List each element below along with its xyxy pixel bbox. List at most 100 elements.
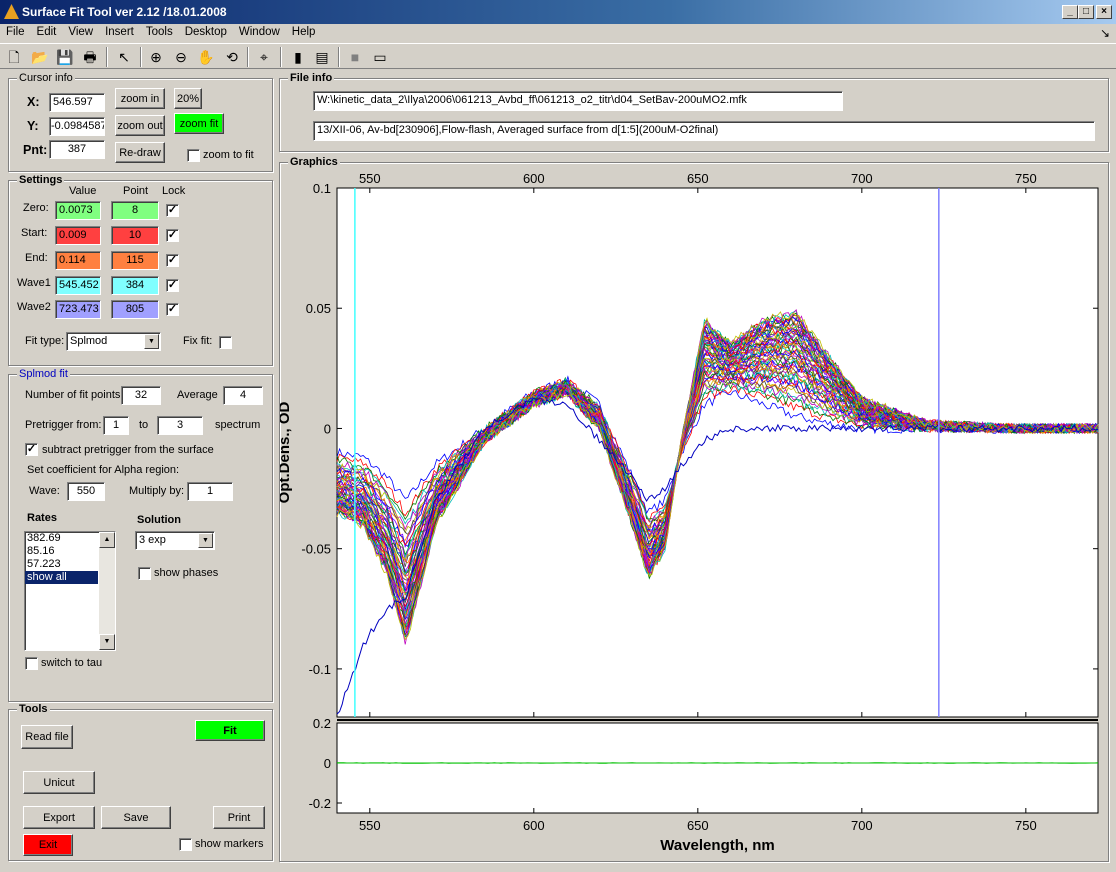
zero-point-field[interactable]: 8 <box>111 201 159 220</box>
menu-insert[interactable]: Insert <box>99 24 140 38</box>
average-field[interactable]: 4 <box>223 386 263 405</box>
title-bar: Surface Fit Tool ver 2.12 /18.01.2008 _ … <box>0 0 1116 24</box>
menu-view[interactable]: View <box>62 24 99 38</box>
pretrigger-label: Pretrigger from: <box>25 419 102 431</box>
unicut-button[interactable]: Unicut <box>23 771 95 794</box>
wave1-lock-checkbox[interactable]: ✓ <box>166 279 179 292</box>
fix-fit-checkbox[interactable] <box>219 336 232 349</box>
scroll-down-icon[interactable]: ▼ <box>99 634 115 650</box>
y-tick-label: -0.1 <box>309 662 331 677</box>
menu-desktop[interactable]: Desktop <box>179 24 233 38</box>
colorbar-icon[interactable]: ▮ <box>288 47 308 67</box>
spectra-chart[interactable]: 550 550 600 600 650 650 700 700 750 750 0.1 0.05 0 -0… <box>280 168 1108 860</box>
zero-lock-checkbox[interactable]: ✓ <box>166 204 179 217</box>
save-button[interactable]: Save <box>101 806 171 829</box>
zoom-20pct-button[interactable]: 20% <box>174 88 202 109</box>
list-item[interactable]: 382.69 <box>25 532 98 545</box>
x-tick-label-top: 700 <box>851 171 873 186</box>
subtract-pretrigger-checkbox[interactable]: ✓ <box>25 443 38 456</box>
scroll-up-icon[interactable]: ▲ <box>99 532 115 548</box>
settings-panel: Settings Value Point Lock Zero: 0.0073 8… <box>8 174 273 366</box>
zoom-out-icon[interactable]: ⊖ <box>171 47 191 67</box>
subtract-pretrigger-label: subtract pretrigger from the surface <box>42 444 214 456</box>
pan-hand-icon[interactable]: ✋ <box>196 47 216 67</box>
num-fit-points-field[interactable]: 32 <box>121 386 161 405</box>
menu-window[interactable]: Window <box>233 24 286 38</box>
zoom-to-fit-checkbox[interactable] <box>187 149 200 162</box>
minimize-button[interactable]: _ <box>1062 5 1078 19</box>
pretrigger-to-field[interactable]: 3 <box>157 416 203 435</box>
show-plot-tools-icon[interactable]: ▭ <box>370 47 390 67</box>
cursor-info-panel: Cursor info X: 546.597 Y: -0.0984587 Pnt… <box>8 72 273 172</box>
pretrigger-from-field[interactable]: 1 <box>103 416 129 435</box>
start-value-field[interactable]: 0.009 <box>55 226 101 245</box>
wave2-lock-checkbox[interactable]: ✓ <box>166 303 179 316</box>
fit-button[interactable]: Fit <box>195 720 265 741</box>
dock-arrow-icon[interactable]: ↘ <box>1100 26 1110 40</box>
export-button[interactable]: Export <box>23 806 95 829</box>
zoom-in-icon[interactable]: ⊕ <box>146 47 166 67</box>
menu-help[interactable]: Help <box>286 24 322 38</box>
zero-value-field[interactable]: 0.0073 <box>55 201 101 220</box>
exit-button[interactable]: Exit <box>23 834 73 856</box>
residual-y-tick-label: 0.2 <box>313 716 331 731</box>
start-point-field[interactable]: 10 <box>111 226 159 245</box>
rates-scrollbar[interactable]: ▲ ▼ <box>99 532 115 650</box>
y-value-field[interactable]: -0.0984587 <box>49 117 105 136</box>
menu-tools[interactable]: Tools <box>140 24 179 38</box>
spectrum-label: spectrum <box>215 419 261 431</box>
end-point-field[interactable]: 115 <box>111 251 159 270</box>
maximize-button[interactable]: □ <box>1078 5 1094 19</box>
chevron-down-icon[interactable]: ▼ <box>198 533 213 548</box>
new-file-icon[interactable]: 🗋 <box>4 47 24 67</box>
chevron-down-icon[interactable]: ▼ <box>144 334 159 349</box>
fit-type-select[interactable]: Splmod ▼ <box>66 332 161 351</box>
wave1-value-field[interactable]: 545.452 <box>55 276 101 295</box>
tools-title: Tools <box>17 703 50 715</box>
list-item[interactable]: 85.16 <box>25 545 98 558</box>
zoom-out-button[interactable]: zoom out <box>115 115 165 136</box>
pnt-value-field[interactable]: 387 <box>49 140 105 159</box>
wave2-point-field[interactable]: 805 <box>111 300 159 319</box>
solution-select[interactable]: 3 exp ▼ <box>135 531 215 550</box>
file-description-field[interactable]: 13/XII-06, Av-bd[230906],Flow-flash, Ave… <box>313 121 1095 141</box>
read-file-button[interactable]: Read file <box>21 725 73 749</box>
save-icon[interactable]: 💾 <box>55 47 75 67</box>
wave2-value-field[interactable]: 723.473 <box>55 300 101 319</box>
print-button[interactable]: Print <box>213 806 265 829</box>
end-lock-checkbox[interactable]: ✓ <box>166 254 179 267</box>
start-lock-checkbox[interactable]: ✓ <box>166 229 179 242</box>
point-column-header: Point <box>123 185 149 197</box>
end-value-field[interactable]: 0.114 <box>55 251 101 270</box>
fit-type-value: Splmod <box>70 335 108 347</box>
menu-file[interactable]: File <box>0 24 31 38</box>
y-tick-label: 0 <box>324 421 331 436</box>
close-button[interactable]: × <box>1096 5 1112 19</box>
multiply-field[interactable]: 1 <box>187 482 233 501</box>
open-folder-icon[interactable]: 📂 <box>30 47 50 67</box>
rates-list[interactable]: 382.69 85.16 57.223 show all ▲ ▼ <box>24 531 116 651</box>
rotate-icon[interactable]: ⟲ <box>222 47 242 67</box>
wave2-label: Wave2 <box>17 301 51 313</box>
show-markers-checkbox[interactable] <box>179 838 192 851</box>
wave-field[interactable]: 550 <box>67 482 105 501</box>
x-value-field[interactable]: 546.597 <box>49 93 105 112</box>
zoom-fit-button[interactable]: zoom fit <box>174 113 224 134</box>
print-icon[interactable]: 🖶 <box>80 47 100 67</box>
file-path-field[interactable]: W:\kinetic_data_2\Ilya\2006\061213_Avbd_… <box>313 91 843 111</box>
switch-to-tau-label: switch to tau <box>41 657 103 669</box>
data-cursor-icon[interactable]: ⌖ <box>254 47 274 67</box>
toolbar-separator <box>338 47 340 67</box>
pointer-icon[interactable]: ↖ <box>114 47 134 67</box>
legend-icon[interactable]: ▤ <box>312 47 332 67</box>
menu-edit[interactable]: Edit <box>31 24 63 38</box>
show-phases-checkbox[interactable] <box>138 567 151 580</box>
list-item[interactable]: show all <box>25 571 98 584</box>
residual-axes <box>336 719 1099 814</box>
hide-plot-tools-icon[interactable]: ■ <box>345 47 365 67</box>
list-item[interactable]: 57.223 <box>25 558 98 571</box>
zoom-in-button[interactable]: zoom in <box>115 88 165 109</box>
wave1-point-field[interactable]: 384 <box>111 276 159 295</box>
switch-to-tau-checkbox[interactable] <box>25 657 38 670</box>
redraw-button[interactable]: Re-draw <box>115 142 165 163</box>
